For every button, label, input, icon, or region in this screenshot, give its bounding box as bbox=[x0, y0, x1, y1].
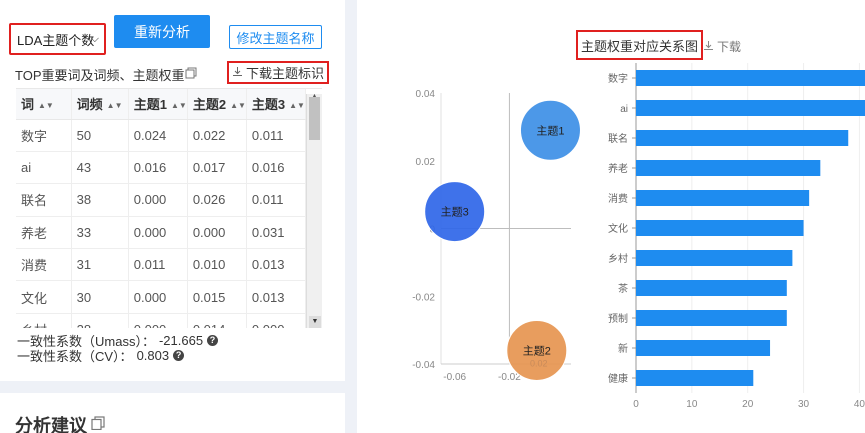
table-row: 养老 33 0.000 0.000 0.031 bbox=[16, 216, 307, 250]
word-table: 词 ▲▼ 词频 ▲▼ 主题1 ▲▼ 主题2 ▲▼ 主题3 ▲▼ 数字 50 0.024 0.02… bbox=[16, 88, 322, 328]
table-row: 消费 31 0.011 0.010 0.013 bbox=[16, 248, 307, 282]
category-label: 健康 bbox=[608, 372, 628, 385]
category-label: 乡村 bbox=[608, 252, 628, 265]
scroll-down-icon[interactable]: ▼ bbox=[309, 316, 321, 328]
right-panel: 主题权重对应关系图 下载 0.04 0.02 0 -0.02 -0.04 -0.06 -0.… bbox=[357, 0, 865, 433]
sort-icon: ▲▼ bbox=[38, 101, 54, 111]
category-label: 消费 bbox=[608, 192, 628, 205]
x-tick-label: 20 bbox=[742, 399, 754, 410]
advice-title: 分析建议 bbox=[15, 416, 87, 433]
left-panel: LDA主题个数 ⌵ 重新分析 修改主题名称 TOP重要词及词频、主题权重 下载主… bbox=[0, 0, 345, 381]
category-label: 新 bbox=[618, 342, 628, 355]
sort-icon: ▲▼ bbox=[170, 101, 187, 111]
word-weight-bar-chart: 0 10 20 30 40 数字 ai 联名养老消费文化乡村茶预制新健康 bbox=[608, 63, 865, 410]
bar bbox=[636, 280, 787, 296]
section-title: TOP重要词及词频、主题权重 bbox=[15, 68, 185, 83]
help-icon[interactable]: ? bbox=[173, 350, 185, 361]
topic-count-select[interactable]: LDA主题个数 ⌵ bbox=[9, 23, 106, 55]
category-label: ai bbox=[620, 104, 628, 115]
x-tick-label: 40 bbox=[854, 399, 865, 410]
table-row: ai 43 0.016 0.017 0.016 bbox=[16, 151, 307, 185]
bar bbox=[636, 160, 821, 176]
topic-count-value: LDA主题个数 bbox=[17, 32, 95, 48]
sort-icon: ▲▼ bbox=[106, 101, 123, 111]
download-topic-label: 下载主题标识 bbox=[245, 66, 324, 81]
copy-icon[interactable] bbox=[91, 416, 105, 433]
column-header[interactable]: 词 ▲▼ bbox=[16, 89, 72, 120]
download-topic-button[interactable]: 下载主题标识 bbox=[227, 61, 329, 84]
reanalyze-button[interactable]: 重新分析 bbox=[114, 15, 210, 48]
sort-icon: ▲▼ bbox=[289, 101, 305, 111]
x-tick-label: 10 bbox=[686, 399, 698, 410]
chevron-down-icon: ⌵ bbox=[90, 33, 99, 45]
bar bbox=[636, 220, 804, 236]
category-label: 茶 bbox=[618, 282, 628, 295]
category-label: 数字 bbox=[608, 72, 628, 85]
bar bbox=[636, 250, 793, 266]
bar bbox=[636, 370, 754, 386]
bar bbox=[636, 190, 810, 206]
rename-topic-button[interactable]: 修改主题名称 bbox=[229, 25, 322, 49]
copy-icon[interactable] bbox=[185, 66, 197, 84]
table-header-row: 词 ▲▼ 词频 ▲▼ 主题1 ▲▼ 主题2 ▲▼ 主题3 ▲▼ bbox=[16, 89, 307, 120]
category-label: 预制 bbox=[608, 312, 628, 325]
help-icon[interactable]: ? bbox=[207, 335, 219, 346]
coherence-cv: 一致性系数（CV）： 0.803 ? bbox=[17, 346, 185, 365]
bar bbox=[636, 130, 849, 146]
column-header[interactable]: 主题3 ▲▼ bbox=[246, 89, 307, 120]
bar bbox=[636, 70, 865, 86]
x-tick-label: 0 bbox=[633, 399, 639, 410]
sort-icon: ▲▼ bbox=[230, 101, 246, 111]
table-row: 乡村280.0000.0140.000 bbox=[16, 313, 307, 328]
scrollbar-thumb[interactable] bbox=[309, 97, 320, 140]
category-label: 养老 bbox=[608, 162, 628, 175]
category-label: 文化 bbox=[608, 222, 628, 235]
table-row: 联名 38 0.000 0.026 0.011 bbox=[16, 183, 307, 217]
table-row: 数字 50 0.024 0.022 0.011 bbox=[16, 119, 307, 152]
table-scrollbar[interactable]: ▲ ▼ bbox=[306, 93, 322, 328]
column-header[interactable]: 主题1 ▲▼ bbox=[128, 89, 188, 120]
table-row: 文化 30 0.000 0.015 0.013 bbox=[16, 280, 307, 314]
bar bbox=[636, 340, 771, 356]
bar bbox=[636, 100, 865, 116]
column-header[interactable]: 主题2 ▲▼ bbox=[187, 89, 247, 120]
x-tick-label: 30 bbox=[798, 399, 810, 410]
bar bbox=[636, 310, 787, 326]
column-header[interactable]: 词频 ▲▼ bbox=[71, 89, 129, 120]
download-icon bbox=[232, 65, 243, 80]
category-label: 联名 bbox=[608, 132, 628, 145]
